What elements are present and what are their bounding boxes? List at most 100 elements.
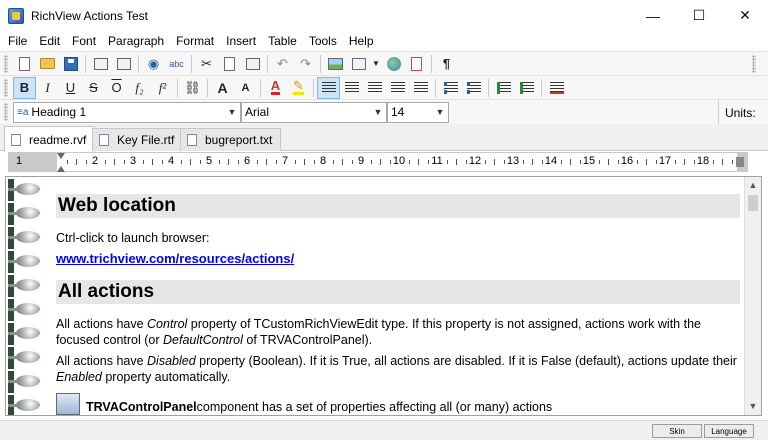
bold-button[interactable]: B (13, 76, 36, 99)
shrink-font-button[interactable]: A (234, 77, 257, 99)
ruler-label: 9 (357, 155, 365, 167)
underline-button[interactable]: U (59, 77, 82, 99)
insert-table-dropdown[interactable]: ▼ (370, 53, 382, 75)
ruler-tick (332, 160, 334, 164)
paragraph-style-combo[interactable]: ≡a Heading 1 ▼ (13, 101, 241, 123)
paragraph-style-value: Heading 1 (31, 105, 87, 119)
paste-button[interactable] (241, 53, 264, 75)
insert-table-button[interactable] (347, 53, 370, 75)
menu-paragraph[interactable]: Paragraph (102, 34, 170, 48)
subscript-icon: f₂ (135, 79, 144, 95)
ruler-label: 13 (506, 155, 520, 167)
insert-picture-button[interactable] (324, 53, 347, 75)
ruler-tick (104, 160, 106, 164)
menu-tools[interactable]: Tools (303, 34, 343, 48)
ruler-tick (152, 159, 153, 165)
menu-font[interactable]: Font (66, 34, 102, 48)
table-icon (351, 57, 366, 70)
spell-check-button[interactable]: abc (165, 53, 188, 75)
print-button[interactable] (112, 53, 135, 75)
tab-readme[interactable]: readme.rvf (4, 126, 96, 152)
find-button[interactable]: ◉ (142, 53, 165, 75)
decrease-indent-button[interactable] (492, 77, 515, 99)
italic-button[interactable]: I (36, 77, 59, 99)
insert-hyperlink-button[interactable] (382, 53, 405, 75)
align-center-button[interactable] (340, 77, 363, 99)
ruler-tick (494, 159, 495, 165)
new-button[interactable] (13, 53, 36, 75)
ruler-tick (655, 160, 657, 164)
toolbar-grip[interactable] (4, 103, 8, 121)
line-spacing-button[interactable] (409, 77, 432, 99)
align-left-button[interactable] (317, 76, 340, 99)
ruler-tick (598, 160, 600, 164)
menu-table[interactable]: Table (262, 34, 303, 48)
font-name-combo[interactable]: Arial ▼ (241, 101, 387, 123)
paragraph-control-property: All actions have Control property of TCu… (56, 316, 740, 348)
menu-insert[interactable]: Insert (220, 34, 262, 48)
maximize-button[interactable]: ☐ (676, 0, 722, 31)
superscript-button[interactable]: f² (151, 77, 174, 99)
align-right-button[interactable] (363, 77, 386, 99)
ruler-label: 15 (582, 155, 596, 167)
highlight-button[interactable]: ✎ (287, 77, 310, 99)
rich-text-editor[interactable]: Web location Ctrl-click to launch browse… (5, 176, 762, 416)
grow-font-button[interactable]: A (211, 77, 234, 99)
menu-file[interactable]: File (2, 34, 33, 48)
vertical-scrollbar[interactable]: ▲ ▼ (744, 177, 761, 415)
font-size-combo[interactable]: 14 ▼ (387, 101, 449, 123)
scroll-down-arrow-icon[interactable]: ▼ (745, 398, 761, 415)
skin-button[interactable]: Skin (652, 424, 702, 438)
align-center-icon (344, 81, 359, 94)
paragraph-borders-button[interactable] (545, 77, 568, 99)
tab-key-file[interactable]: Key File.rtf (92, 128, 184, 151)
first-indent-marker[interactable] (57, 153, 65, 159)
open-button[interactable] (36, 53, 59, 75)
print-preview-button[interactable] (89, 53, 112, 75)
redo-button[interactable]: ↷ (294, 53, 317, 75)
show-special-chars-button[interactable]: ¶ (435, 53, 458, 75)
justify-button[interactable] (386, 77, 409, 99)
cut-button[interactable]: ✂ (195, 53, 218, 75)
object-properties-button[interactable] (405, 53, 428, 75)
toolbar-grip[interactable] (4, 78, 8, 97)
toolbar-grip[interactable] (4, 54, 8, 73)
left-indent-marker[interactable] (57, 166, 65, 172)
subscript-button[interactable]: f₂ (128, 77, 151, 99)
scroll-up-arrow-icon[interactable]: ▲ (745, 177, 761, 194)
font-color-button[interactable]: A (264, 77, 287, 99)
menu-help[interactable]: Help (343, 34, 380, 48)
menu-format[interactable]: Format (170, 34, 220, 48)
increase-indent-button[interactable] (515, 77, 538, 99)
horizontal-ruler[interactable]: 1 2 3 4 5 6 7 8 9 10 11 12 13 14 15 16 17 18 (8, 152, 748, 172)
overline-icon: O (111, 80, 122, 95)
toolbar-separator (191, 54, 192, 73)
web-link[interactable]: www.trichview.com/resources/actions/ (56, 251, 294, 266)
scrollbar-thumb[interactable] (748, 195, 758, 211)
save-button[interactable] (59, 53, 82, 75)
strikeout-button[interactable]: S (82, 77, 105, 99)
close-button[interactable]: ✕ (722, 0, 768, 31)
undo-button[interactable]: ↶ (271, 53, 294, 75)
text-run: of TRVAControlPanel). (242, 333, 373, 347)
tab-label: Key File.rtf (117, 133, 175, 147)
overline-button[interactable]: O (105, 77, 128, 99)
menu-edit[interactable]: Edit (33, 34, 66, 48)
toolbar-separator (267, 54, 268, 73)
paragraph-link: www.trichview.com/resources/actions/ (56, 251, 740, 267)
bullets-button[interactable] (439, 77, 462, 99)
toolbar-grip[interactable] (752, 54, 756, 73)
ruler-label: 5 (205, 155, 213, 167)
ruler-tick (313, 160, 315, 164)
tab-bugreport[interactable]: bugreport.txt (180, 128, 282, 151)
ruler-label: 2 (91, 155, 99, 167)
justify-icon (390, 81, 405, 94)
language-button[interactable]: Language (704, 424, 754, 438)
ruler-tick (304, 159, 305, 165)
minimize-button[interactable]: — (630, 0, 676, 31)
right-indent-marker[interactable] (736, 157, 744, 167)
copy-button[interactable] (218, 53, 241, 75)
ruler-tick (522, 160, 524, 164)
remove-hyperlink-button[interactable]: ⛓ (181, 77, 204, 99)
numbering-button[interactable] (462, 77, 485, 99)
